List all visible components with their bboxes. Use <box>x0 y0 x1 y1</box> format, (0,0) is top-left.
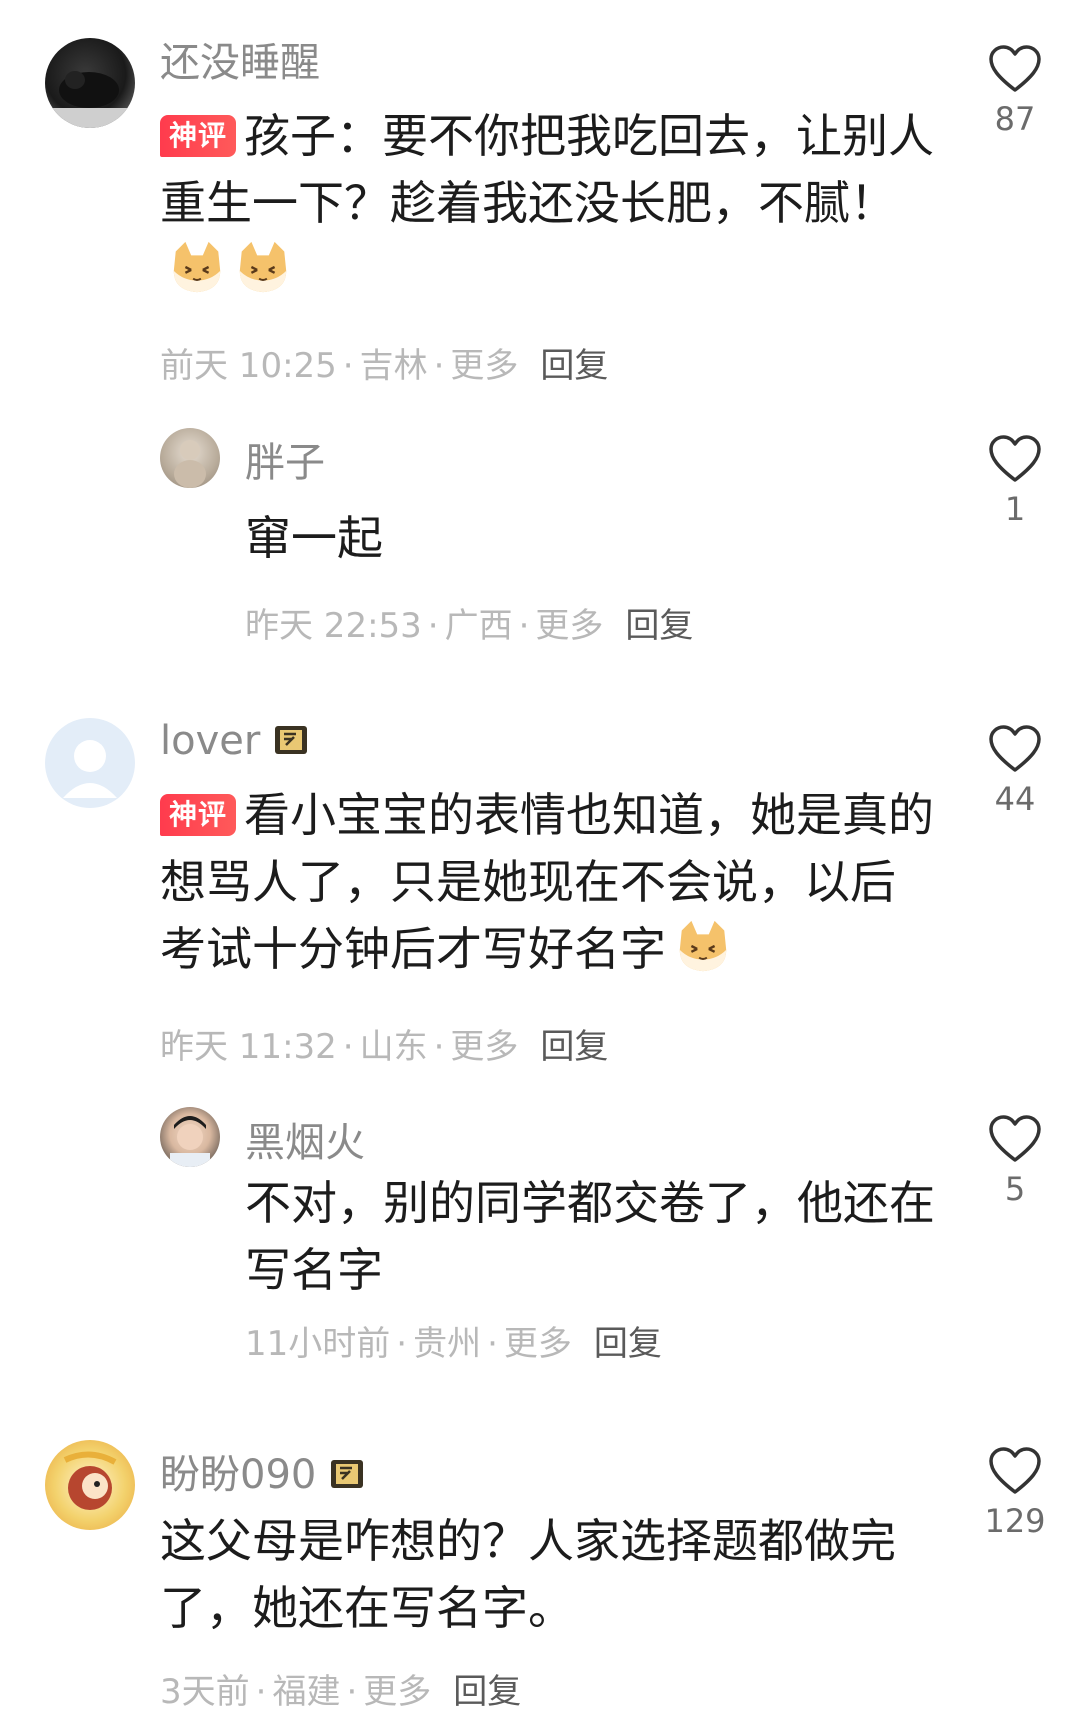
comment-body: 孩子：要不你把我吃回去，让别人重生一下？趁着我还没长肥，不腻！ <box>160 109 935 230</box>
comment-meta: 昨天 22:53 · 广西 · 更多 回复 <box>245 606 694 646</box>
like-button[interactable]: 129 <box>980 1446 1050 1540</box>
username-text[interactable]: 胖子 <box>245 440 325 486</box>
like-button[interactable]: 5 <box>980 1114 1050 1208</box>
comment-meta: 11小时前 · 贵州 · 更多 回复 <box>245 1324 662 1364</box>
like-button[interactable]: 1 <box>980 434 1050 528</box>
username[interactable]: 黑烟火 <box>245 1110 365 1168</box>
timestamp: 11小时前 <box>245 1324 391 1364</box>
like-count: 44 <box>994 780 1036 818</box>
username[interactable]: 胖子 <box>245 430 325 488</box>
comment-meta: 昨天 11:32 · 山东 · 更多 回复 <box>160 1027 609 1067</box>
hot-comment-tag: 神评 <box>160 115 237 157</box>
comment-text: 窜一起 <box>245 505 945 572</box>
reply-button[interactable]: 回复 <box>453 1672 521 1712</box>
location: 贵州 <box>413 1324 482 1364</box>
username[interactable]: lover <box>160 718 312 764</box>
reply-button[interactable]: 回复 <box>625 606 693 646</box>
comment-text: 神评 看小宝宝的表情也知道，她是真的想骂人了，只是她现在不会说，以后考试十分钟后才… <box>160 782 940 983</box>
comment-text: 不对，别的同学都交卷了，他还在写名字 <box>245 1170 945 1304</box>
comment-text: 这父母是咋想的？人家选择题都做完了，她还在写名字。 <box>160 1508 940 1642</box>
more-link[interactable]: 更多 <box>450 346 518 386</box>
more-link[interactable]: 更多 <box>363 1672 431 1712</box>
avatar[interactable] <box>45 1440 135 1530</box>
comment-body: 窜一起 <box>245 511 383 565</box>
heart-outline-icon[interactable] <box>988 1114 1042 1164</box>
like-count: 5 <box>1004 1170 1026 1208</box>
timestamp: 3天前 <box>160 1672 250 1712</box>
timestamp: 昨天 11:32 <box>160 1027 337 1067</box>
location: 广西 <box>444 606 513 646</box>
username-text[interactable]: 盼盼090 <box>160 1452 316 1498</box>
username-text[interactable]: lover <box>160 718 260 764</box>
comment-body: 看小宝宝的表情也知道，她是真的想骂人了，只是她现在不会说，以后考试十分钟后才写好… <box>160 788 935 976</box>
heart-outline-icon[interactable] <box>988 44 1042 94</box>
more-link[interactable]: 更多 <box>504 1324 572 1364</box>
comment-meta: 前天 10:25 · 吉林 · 更多 回复 <box>160 346 609 386</box>
username[interactable]: 还没睡醒 <box>160 30 320 88</box>
cat-emoji-icon <box>234 238 292 296</box>
scroll-badge-icon <box>272 720 312 760</box>
reply-button[interactable]: 回复 <box>594 1324 662 1364</box>
scroll-badge-icon <box>328 1454 368 1494</box>
cat-emoji-icon <box>168 238 226 296</box>
like-count: 129 <box>984 1502 1046 1540</box>
username[interactable]: 盼盼090 <box>160 1442 368 1500</box>
heart-outline-icon[interactable] <box>988 724 1042 774</box>
timestamp: 昨天 22:53 <box>245 606 422 646</box>
avatar[interactable] <box>160 1107 220 1167</box>
like-count: 87 <box>994 100 1036 138</box>
location: 山东 <box>359 1027 428 1067</box>
like-count: 1 <box>1004 490 1026 528</box>
comment-body: 不对，别的同学都交卷了，他还在写名字 <box>245 1176 935 1297</box>
heart-outline-icon[interactable] <box>988 434 1042 484</box>
username-text[interactable]: 黑烟火 <box>245 1120 365 1166</box>
username-text[interactable]: 还没睡醒 <box>160 40 320 86</box>
reply-button[interactable]: 回复 <box>540 346 608 386</box>
more-link[interactable]: 更多 <box>535 606 603 646</box>
hot-comment-tag: 神评 <box>160 794 237 836</box>
cat-emoji-icon <box>674 917 732 975</box>
comment-body: 这父母是咋想的？人家选择题都做完了，她还在写名字。 <box>160 1514 896 1635</box>
avatar[interactable] <box>45 38 135 128</box>
location: 吉林 <box>359 346 428 386</box>
avatar[interactable] <box>160 428 220 488</box>
reply-button[interactable]: 回复 <box>540 1027 608 1067</box>
timestamp: 前天 10:25 <box>160 346 337 386</box>
heart-outline-icon[interactable] <box>988 1446 1042 1496</box>
location: 福建 <box>272 1672 341 1712</box>
like-button[interactable]: 87 <box>980 44 1050 138</box>
more-link[interactable]: 更多 <box>450 1027 518 1067</box>
avatar[interactable] <box>45 718 135 808</box>
comment-meta: 3天前 · 福建 · 更多 回复 <box>160 1672 522 1712</box>
like-button[interactable]: 44 <box>980 724 1050 818</box>
comment-text: 神评 孩子：要不你把我吃回去，让别人重生一下？趁着我还没长肥，不腻！ <box>160 103 940 304</box>
